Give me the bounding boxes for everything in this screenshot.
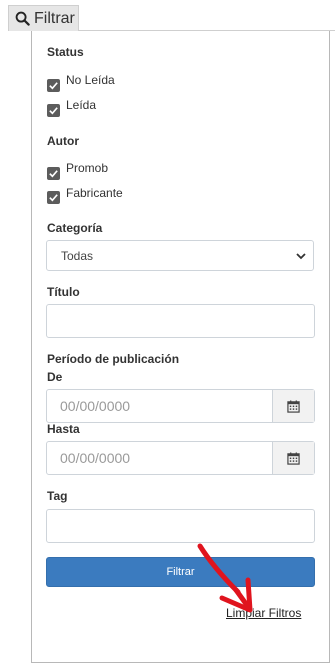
hasta-calendar-button[interactable] (272, 442, 314, 474)
periodo-heading: Período de publicación (47, 352, 180, 366)
hasta-date-input[interactable]: 00/00/0000 (47, 442, 272, 474)
chevron-down-icon (296, 253, 306, 260)
checkbox-label: Promob (66, 161, 109, 175)
de-date-input[interactable]: 00/00/0000 (47, 390, 272, 422)
check-icon (49, 107, 58, 115)
titulo-heading: Título (47, 285, 80, 299)
tag-heading: Tag (47, 489, 68, 503)
checkbox-label: No Leída (66, 73, 115, 87)
calendar-icon (287, 451, 300, 465)
checkbox-promob[interactable] (47, 167, 60, 180)
categoria-selected-value: Todas (61, 248, 94, 263)
check-icon (49, 170, 58, 178)
categoria-heading: Categoría (47, 221, 103, 235)
search-icon (15, 11, 30, 26)
checkbox-label: Leída (66, 98, 97, 112)
autor-heading: Autor (47, 134, 79, 148)
filter-tab[interactable]: Filtrar (8, 5, 79, 31)
hasta-date-group: 00/00/0000 (46, 441, 315, 475)
checkbox-fabricante[interactable] (47, 191, 60, 204)
checkbox-leida[interactable] (47, 104, 60, 117)
checkbox-label: Fabricante (66, 186, 123, 200)
calendar-icon (287, 399, 300, 413)
checkbox-no-leida[interactable] (47, 79, 60, 92)
categoria-select[interactable]: Todas (46, 240, 314, 271)
de-calendar-button[interactable] (272, 390, 314, 422)
filter-button[interactable]: Filtrar (46, 557, 315, 587)
de-label: De (47, 370, 63, 384)
tag-input[interactable] (46, 509, 315, 543)
check-icon (49, 194, 58, 202)
titulo-input[interactable] (46, 304, 315, 338)
check-icon (49, 82, 58, 90)
hasta-label: Hasta (47, 422, 80, 436)
annotation-arrow-icon (197, 543, 253, 613)
filter-tab-label: Filtrar (34, 9, 75, 27)
de-date-group: 00/00/0000 (46, 389, 315, 423)
status-heading: Status (47, 45, 84, 59)
